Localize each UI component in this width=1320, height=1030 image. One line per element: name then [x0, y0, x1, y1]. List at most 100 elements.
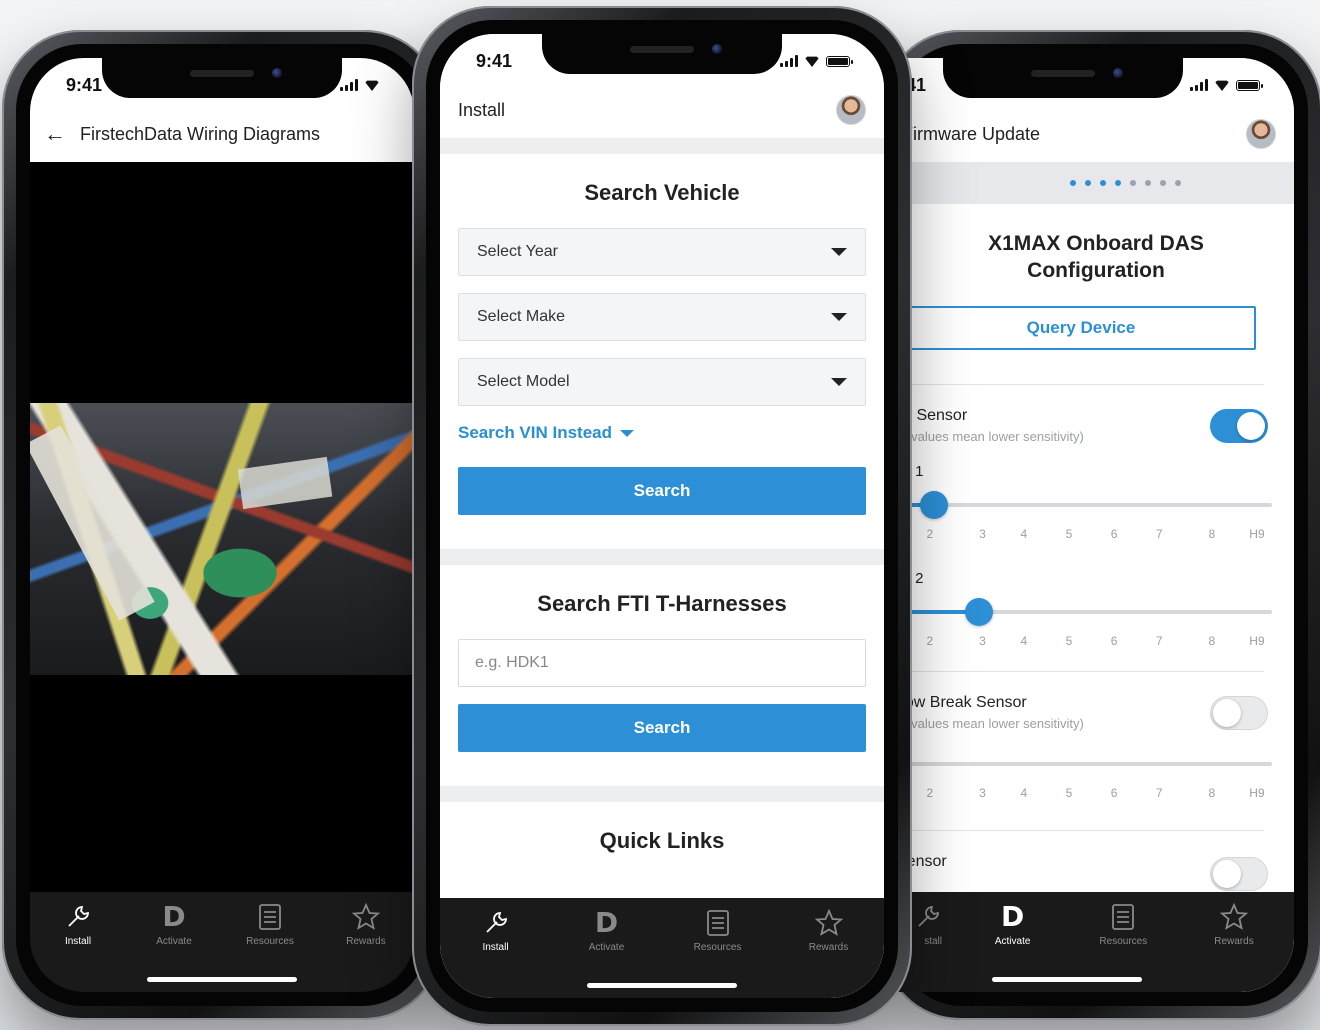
chevron-down-icon [831, 313, 847, 321]
tab-resources[interactable]: Resources [678, 908, 758, 953]
harness-tag [30, 425, 155, 621]
chevron-down-icon [831, 248, 847, 256]
phone-left-bezel: 9:41 ← FirstechData Wiring Diagrams Inst… [16, 44, 428, 1006]
tab-rewards[interactable]: Rewards [1194, 902, 1274, 947]
d-logo-icon: D [594, 906, 619, 939]
shock2-slider[interactable] [896, 598, 1272, 626]
tab-label: Rewards [808, 942, 849, 953]
progress-dot [1174, 180, 1181, 186]
tick-label: 3 [979, 786, 986, 800]
search-vehicle-heading: Search Vehicle [584, 180, 740, 205]
tick-label: 2 [926, 634, 934, 648]
tab-activate[interactable]: D Activate [973, 900, 1053, 948]
tab-rewards[interactable]: Rewards [789, 908, 869, 953]
select-year-label: Select Year [477, 243, 558, 260]
tab-install[interactable]: Install [456, 908, 536, 953]
tick-label: 2 [926, 527, 934, 541]
slider-ticks: 2 3 4 5 6 7 8 H9 [896, 786, 1272, 802]
d-logo-icon: D [162, 900, 186, 933]
slider-thumb[interactable] [964, 598, 993, 626]
tab-label: Resources [246, 936, 294, 947]
d-logo-icon: D [1001, 900, 1025, 933]
tick-label: H9 [1249, 786, 1265, 800]
tick-label: 4 [1020, 634, 1028, 648]
wiring-diagram-screen: 9:41 ← FirstechData Wiring Diagrams Inst… [30, 58, 414, 992]
battery-icon [826, 55, 853, 67]
shock-sensor-row: ck Sensor er values mean lower sensitivi… [896, 385, 1294, 457]
shock-sensor-toggle[interactable] [1210, 409, 1268, 443]
harness-search-input[interactable]: e.g. HDK1 [458, 639, 866, 687]
notch [943, 58, 1184, 98]
window-sensor-toggle[interactable] [1210, 696, 1268, 730]
last-sensor-toggle[interactable] [1210, 857, 1268, 891]
tab-activate[interactable]: D Activate [567, 906, 647, 954]
tick-label: 5 [1065, 527, 1073, 541]
select-model-dropdown[interactable]: Select Model [458, 358, 866, 406]
window-slider-block: 2 3 4 5 6 7 8 H9 [896, 744, 1294, 830]
progress-dot [1069, 180, 1076, 186]
star-icon [1219, 902, 1248, 932]
progress-dot [1144, 180, 1151, 186]
tick-label: 6 [1110, 527, 1118, 541]
status-icons [1190, 79, 1263, 91]
tab-install[interactable]: Install [38, 902, 118, 947]
home-indicator [992, 977, 1143, 982]
list-icon [706, 908, 730, 938]
search-vin-link[interactable]: Search VIN Instead [458, 423, 866, 443]
app-header: Firmware Update [896, 106, 1294, 162]
wrench-icon [914, 902, 942, 932]
install-screen: 9:41 Install Search Vehicle Select Year [440, 34, 884, 998]
back-arrow-icon[interactable]: ← [44, 121, 66, 147]
phone-right-bezel: :41 Firmware Update X1MAX Onboard DAS Co… [896, 44, 1308, 1006]
phone-right: :41 Firmware Update X1MAX Onboard DAS Co… [882, 30, 1320, 1020]
window-slider[interactable] [896, 762, 1272, 766]
tick-label: 6 [1110, 786, 1118, 800]
progress-dot [1129, 180, 1136, 186]
status-time: 9:41 [476, 50, 513, 71]
tick-label: 8 [1208, 786, 1216, 800]
tab-label: Rewards [346, 936, 386, 947]
select-year-dropdown[interactable]: Select Year [458, 228, 866, 276]
avatar[interactable] [1246, 119, 1276, 149]
query-device-button[interactable]: Query Device [896, 306, 1256, 350]
tick-label: 5 [1065, 634, 1073, 648]
install-content: Search Vehicle Select Year Select Make S… [440, 138, 884, 998]
slider-label: ck 1 [896, 463, 924, 480]
avatar[interactable] [836, 95, 866, 125]
page-title: Firmware Update [902, 123, 1041, 144]
status-icons [340, 79, 380, 91]
search-harness-button[interactable]: Search [458, 704, 866, 752]
wiring-diagram-photo[interactable] [30, 403, 414, 675]
page-title: Install [458, 99, 506, 120]
tab-activate[interactable]: D Activate [134, 900, 214, 948]
shock1-slider[interactable] [896, 491, 1272, 519]
phone-center: 9:41 Install Search Vehicle Select Year [412, 6, 912, 1026]
search-vehicle-card: Search Vehicle Select Year Select Make S… [440, 154, 884, 549]
tab-resources[interactable]: Resources [230, 902, 310, 947]
quick-links-heading: Quick Links [599, 828, 725, 853]
chevron-down-icon [620, 429, 635, 437]
select-make-dropdown[interactable]: Select Make [458, 293, 866, 341]
slider-thumb[interactable] [919, 491, 948, 519]
tab-label: Rewards [1214, 936, 1254, 947]
app-header: Install [440, 82, 884, 138]
progress-dot [1084, 180, 1091, 186]
config-title-line2: Configuration [1027, 259, 1165, 282]
home-indicator [587, 983, 737, 988]
list-icon [258, 902, 282, 932]
tab-label: Activate [994, 936, 1031, 947]
select-make-label: Select Make [477, 308, 566, 325]
search-harness-heading: Search FTI T-Harnesses [537, 591, 787, 616]
status-icons [780, 55, 853, 67]
quick-links-card: Quick Links [440, 802, 884, 910]
status-time: 9:41 [66, 74, 103, 95]
chevron-down-icon [831, 378, 847, 386]
config-title: X1MAX Onboard DAS Configuration [956, 230, 1236, 284]
wifi-icon [1214, 79, 1230, 91]
search-vehicle-button[interactable]: Search [458, 467, 866, 515]
tab-label: Activate [156, 936, 192, 947]
tick-label: 8 [1208, 634, 1216, 648]
tab-rewards[interactable]: Rewards [326, 902, 406, 947]
tab-resources[interactable]: Resources [1083, 902, 1163, 947]
phone-center-bezel: 9:41 Install Search Vehicle Select Year [426, 20, 898, 1012]
